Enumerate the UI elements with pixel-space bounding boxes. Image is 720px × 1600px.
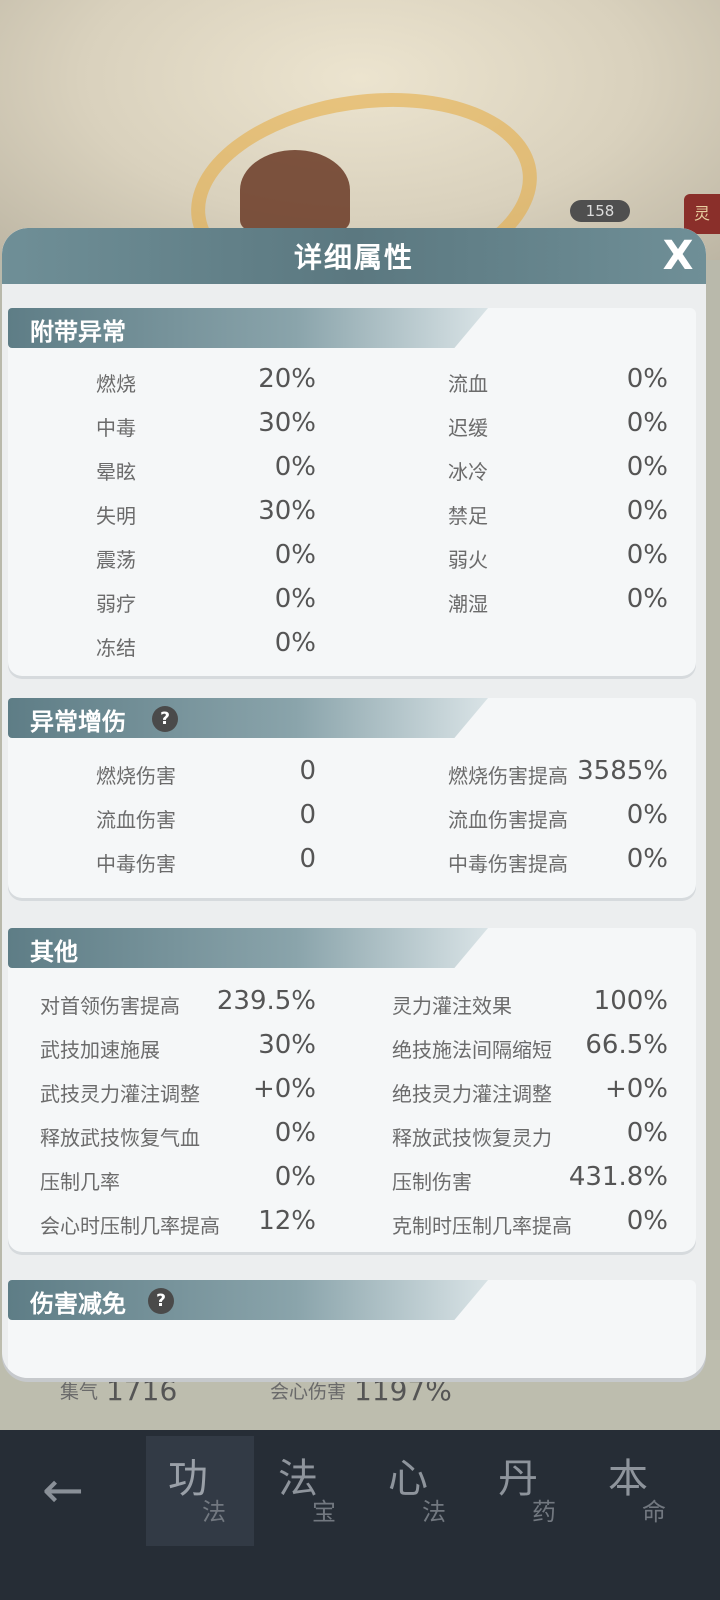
- stat-charge-value: 1716: [106, 1374, 178, 1407]
- attr-label: 武技加速施展: [40, 1038, 160, 1062]
- section-header-other: 其他: [8, 928, 488, 968]
- tab-fabao-sub: 宝: [312, 1498, 336, 1526]
- tab-benming[interactable]: 本 命: [586, 1436, 694, 1546]
- attr-value: 0%: [274, 628, 316, 658]
- attr-label: 冰冷: [448, 460, 488, 484]
- attr-value: 0%: [626, 408, 668, 438]
- section-title-abnormal: 附带异常: [30, 317, 126, 346]
- attr-value: 12%: [258, 1206, 316, 1236]
- attr-value: 431.8%: [568, 1162, 668, 1192]
- section-title-damage-reduction: 伤害减免: [30, 1289, 126, 1318]
- side-tag[interactable]: 灵: [684, 194, 720, 234]
- attr-label: 冻结: [96, 636, 136, 660]
- dialog-header: 详细属性 X: [2, 228, 706, 284]
- attr-value: 0: [299, 800, 316, 830]
- attr-value: 0%: [626, 452, 668, 482]
- attr-value: 3585%: [577, 756, 668, 786]
- attr-value: 0%: [626, 844, 668, 874]
- tab-xinfa[interactable]: 心 法: [366, 1436, 474, 1546]
- tab-danyao-sub: 药: [532, 1498, 556, 1526]
- attr-label: 震荡: [96, 548, 136, 572]
- stat-crit-damage-value: 1197%: [354, 1374, 452, 1407]
- attr-value: 0: [299, 756, 316, 786]
- stat-crit-damage-label: 会心伤害: [270, 1381, 347, 1403]
- attr-label: 失明: [96, 504, 136, 528]
- attr-value: 30%: [258, 496, 316, 526]
- detail-attributes-dialog: 详细属性 X 附带异常 燃烧 20% 中毒 30% 晕眩 0% 失明 30% 震荡 0% 弱疗 0% 冻…: [2, 228, 706, 1378]
- attr-value: 30%: [258, 408, 316, 438]
- attr-label: 灵力灌注效果: [392, 994, 512, 1018]
- tab-benming-sub: 命: [642, 1498, 666, 1526]
- dialog-title: 详细属性: [293, 241, 414, 274]
- section-header-damage-reduction: 伤害减免: [8, 1280, 488, 1320]
- attr-value: 0%: [274, 1118, 316, 1148]
- section-title-abnormal-damage: 异常增伤: [30, 707, 126, 736]
- attr-value: 0%: [274, 540, 316, 570]
- section-title-other: 其他: [30, 937, 78, 966]
- attr-label: 弱火: [448, 548, 488, 572]
- character-crown-image: [240, 150, 350, 230]
- attr-value: 0: [299, 844, 316, 874]
- stat-charge: 集气 1716: [60, 1374, 177, 1407]
- attr-label: 禁足: [448, 504, 488, 528]
- tab-fabao[interactable]: 法 宝: [256, 1436, 364, 1546]
- back-arrow-icon[interactable]: ←: [28, 1462, 98, 1518]
- tab-gongfa[interactable]: 功 法: [146, 1436, 254, 1546]
- attr-value: 0%: [626, 496, 668, 526]
- attr-value: +0%: [604, 1074, 668, 1104]
- attr-label: 燃烧: [96, 372, 136, 396]
- attr-value: 0%: [626, 800, 668, 830]
- attr-label: 弱疗: [96, 592, 136, 616]
- attr-value: 0%: [626, 1118, 668, 1148]
- stat-crit-damage: 会心伤害 1197%: [270, 1374, 452, 1407]
- attr-label: 流血: [448, 372, 488, 396]
- attr-value: 0%: [626, 1206, 668, 1236]
- attr-value: 0%: [626, 364, 668, 394]
- attr-label: 潮湿: [448, 592, 488, 616]
- attr-value: 66.5%: [585, 1030, 668, 1060]
- stat-charge-label: 集气: [60, 1381, 99, 1403]
- tab-gongfa-sub: 法: [202, 1498, 226, 1526]
- attr-value: 0%: [626, 540, 668, 570]
- tab-danyao[interactable]: 丹 药: [476, 1436, 584, 1546]
- tab-xinfa-sub: 法: [422, 1498, 446, 1526]
- attr-value: 0%: [274, 452, 316, 482]
- attr-value: 20%: [258, 364, 316, 394]
- level-badge: 158: [570, 200, 630, 222]
- attr-label: 晕眩: [96, 460, 136, 484]
- attr-value: 239.5%: [216, 986, 316, 1016]
- attr-value: 30%: [258, 1030, 316, 1060]
- help-icon-damage-reduction[interactable]: ?: [148, 1288, 174, 1314]
- help-icon[interactable]: ?: [152, 706, 178, 732]
- attr-value: 0%: [274, 1162, 316, 1192]
- attr-value: 0%: [274, 584, 316, 614]
- section-header-abnormal-damage: 异常增伤: [8, 698, 488, 738]
- attr-value: 100%: [593, 986, 668, 1016]
- attr-value: +0%: [252, 1074, 316, 1104]
- attr-label: 迟缓: [448, 416, 488, 440]
- close-icon[interactable]: X: [656, 234, 700, 278]
- attr-label: 压制几率: [40, 1170, 120, 1194]
- attr-label: 中毒: [96, 416, 136, 440]
- section-header-abnormal: 附带异常: [8, 308, 488, 348]
- attr-value: 0%: [626, 584, 668, 614]
- attr-label: 压制伤害: [392, 1170, 472, 1194]
